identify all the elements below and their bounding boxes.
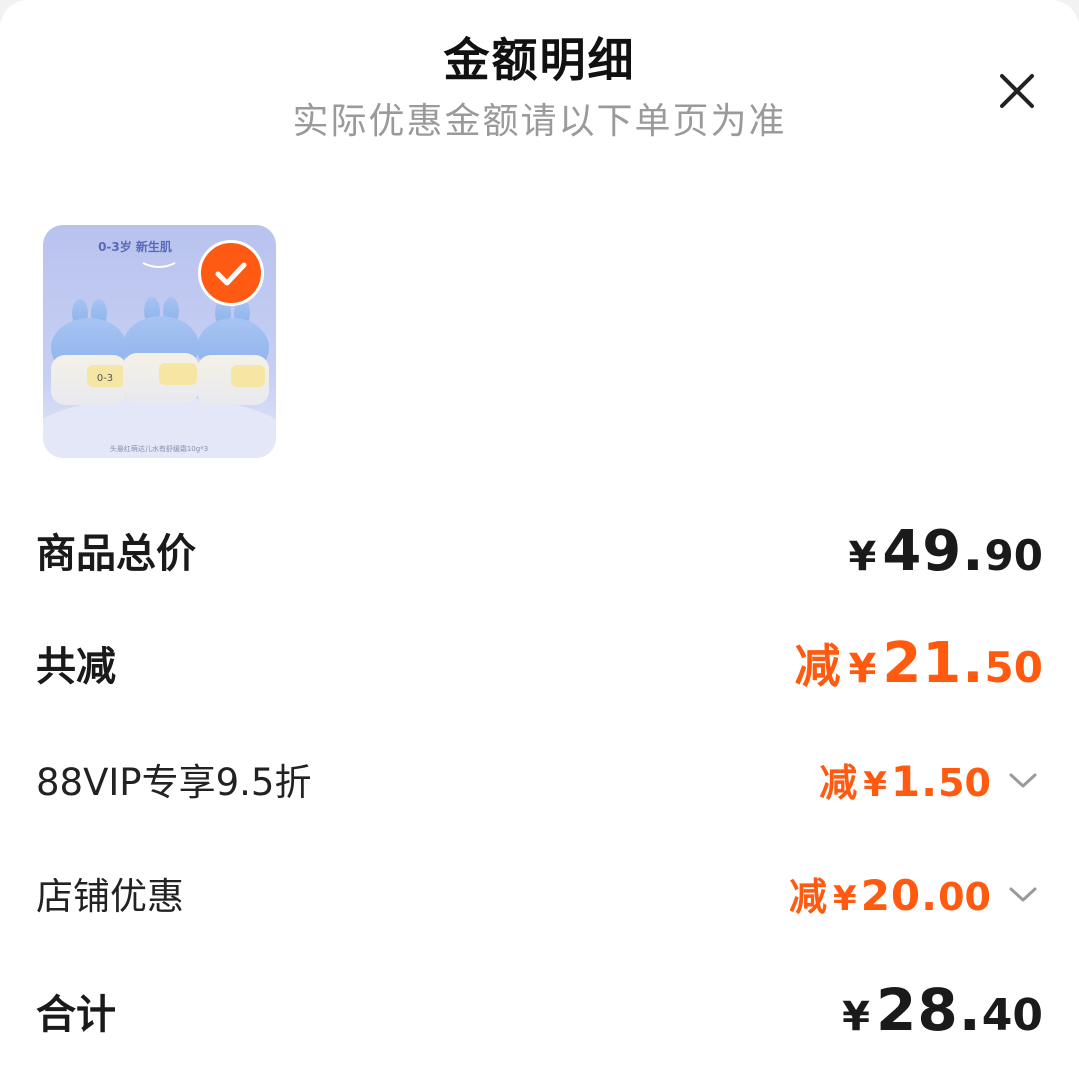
discount-prefix: 减 [794,639,841,693]
chevron-down-icon[interactable] [1003,765,1043,795]
product-image-caption: 0-3岁 新生肌 [98,239,172,254]
store-discount-amount: 减 ¥ 20. 00 [789,866,1043,921]
amount-decimal: 90 [984,531,1043,580]
amount-integer: 20. [860,871,939,920]
discount-total-label: 共减 [36,644,116,690]
currency-symbol: ¥ [842,994,871,1040]
currency-symbol: ¥ [848,534,877,580]
sum-total-amount: ¥ 28. 40 [842,976,1043,1044]
amount-decimal: 00 [938,875,991,919]
amount-integer: 49. [882,519,985,584]
currency-symbol: ¥ [863,765,887,805]
row-discount-total: 共减 减 ¥ 21. 50 [36,628,1043,698]
amount-decimal: 40 [981,990,1043,1041]
page-subtitle: 实际优惠金额请以下单页为准 [292,101,787,142]
goods-total-amount: ¥ 49. 90 [849,519,1044,584]
row-vip-discount[interactable]: 88VIP专享9.5折 减 ¥ 1. 50 [36,748,1043,808]
amount-integer: 28. [876,976,982,1044]
discount-total-amount: 减 ¥ 21. 50 [795,630,1044,696]
discount-prefix: 减 [789,875,828,919]
row-goods-total: 商品总价 ¥ 49. 90 [36,515,1043,585]
discount-prefix: 减 [819,761,858,805]
goods-total-label: 商品总价 [36,531,196,577]
chevron-down-icon[interactable] [1003,879,1043,909]
amount-integer: 21. [882,631,985,696]
selected-check-badge[interactable] [198,240,264,306]
vip-discount-label: 88VIP专享9.5折 [36,761,312,804]
amount-decimal: 50 [984,643,1043,692]
close-icon [1000,74,1034,108]
sum-total-label: 合计 [36,992,116,1038]
row-store-discount[interactable]: 店铺优惠 减 ¥ 20. 00 [36,862,1043,922]
row-sum-total: 合计 ¥ 28. 40 [36,974,1043,1050]
vip-discount-amount: 减 ¥ 1. 50 [819,752,1043,807]
close-button[interactable] [986,60,1048,122]
store-discount-label: 店铺优惠 [36,875,184,918]
checkmark-icon [215,262,247,286]
amount-decimal: 50 [938,761,991,805]
page-title: 金额明细 [443,33,636,87]
sheet-header: 金额明细 实际优惠金额请以下单页为准 [0,28,1079,152]
amount-detail-sheet: 金额明细 实际优惠金额请以下单页为准 0-3岁 新生肌 0-3 头悬红萌达儿水有… [0,0,1079,1075]
amount-integer: 1. [890,757,939,806]
currency-symbol: ¥ [848,646,877,692]
product-image-footnote: 头悬红萌达儿水有舒缓霜10g*3 [110,444,208,453]
currency-symbol: ¥ [833,879,857,919]
product-jar-label: 0-3 [97,373,113,384]
